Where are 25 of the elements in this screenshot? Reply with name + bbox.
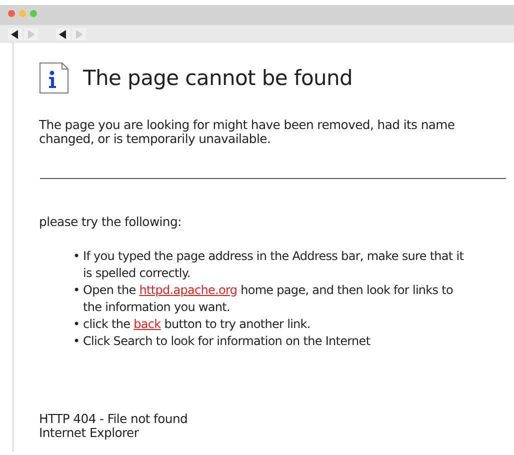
nav-arrow-button[interactable] <box>56 28 70 40</box>
bullet-mark: • <box>73 333 81 350</box>
suggestion-item: Open the httpd.apache.org home page, and then look for links to the information you want. <box>83 282 454 316</box>
left-arrow-icon <box>59 30 67 38</box>
suggestion-item: If you typed the page address in the Address bar, make sure that it is spelled correctly. <box>83 248 465 282</box>
right-arrow-icon <box>27 30 35 38</box>
window-control-dot[interactable] <box>8 10 15 16</box>
footer-text: Internet Explorer <box>39 426 140 440</box>
right-arrow-icon <box>75 30 83 38</box>
suggestions-intro: please try the following: <box>39 214 182 229</box>
nav-arrow-button[interactable] <box>8 28 22 40</box>
window-control-dot[interactable] <box>30 10 37 16</box>
bullet-mark: • <box>73 316 81 333</box>
bullet-mark: • <box>73 282 81 299</box>
footer-text: HTTP 404 - File not found <box>39 412 189 426</box>
left-arrow-icon <box>11 30 19 38</box>
suggestion-item: Click Search to look for information on the Internet <box>83 333 372 350</box>
bullet-mark: • <box>73 248 81 265</box>
suggestion-item: click the back button to try another link. <box>83 316 312 333</box>
error-message: The page you are looking for might have been removed, had its name changed, or is temporarily unavailable. <box>39 118 456 146</box>
text-link[interactable]: back <box>134 317 161 331</box>
window-control-dot[interactable] <box>19 10 26 16</box>
info-document-icon <box>39 62 69 94</box>
text-link[interactable]: httpd.apache.org <box>139 283 238 297</box>
page-heading: The page cannot be found <box>83 66 353 90</box>
